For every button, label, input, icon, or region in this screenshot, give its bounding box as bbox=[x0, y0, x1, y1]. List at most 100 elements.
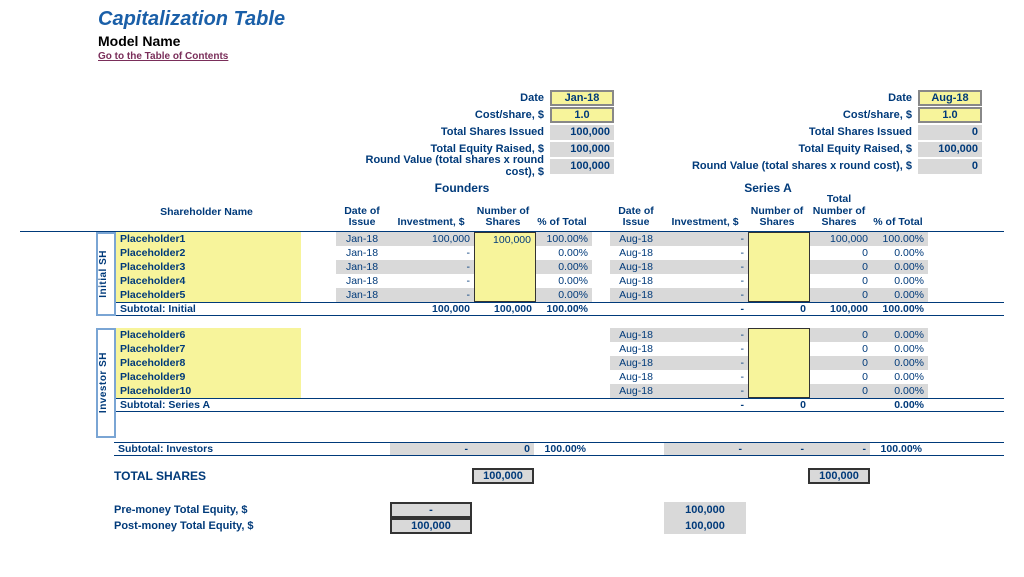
cell-f-shares-input[interactable] bbox=[474, 260, 536, 274]
cell-a-date: Aug-18 bbox=[610, 370, 666, 384]
sub-inv-a-inv: - bbox=[664, 443, 746, 455]
cell-a-inv: - bbox=[666, 288, 748, 302]
cell-a-inv: - bbox=[666, 260, 748, 274]
subtotal-initial-a-sh: 0 bbox=[748, 303, 810, 315]
cell-a-date: Aug-18 bbox=[610, 274, 666, 288]
cell-f-inv: 100,000 bbox=[392, 232, 474, 246]
table-row: Placeholder5Jan-18-0.00%Aug-18-00.00% bbox=[116, 288, 1004, 302]
shareholder-name-input[interactable]: Placeholder10 bbox=[116, 384, 301, 398]
cell-a-shares-input[interactable] bbox=[748, 370, 810, 384]
shareholder-name-input[interactable]: Placeholder2 bbox=[116, 246, 301, 260]
shareholder-name-input[interactable]: Placeholder4 bbox=[116, 274, 301, 288]
shareholder-name-input[interactable]: Placeholder1 bbox=[116, 232, 301, 246]
founders-equity-raised: 100,000 bbox=[550, 142, 614, 157]
cell-a-shares-input[interactable] bbox=[748, 342, 810, 356]
cell-f-shares-input[interactable] bbox=[474, 246, 536, 260]
label-round-value-a: Round Value (total shares x round cost),… bbox=[632, 160, 918, 172]
cell-a-total: 0 bbox=[810, 370, 872, 384]
cell-f-shares-input[interactable] bbox=[474, 274, 536, 288]
cell-f-pct: 0.00% bbox=[536, 246, 592, 260]
post-money-founders: 100,000 bbox=[390, 518, 472, 534]
cell-f-pct: 100.00% bbox=[536, 232, 592, 246]
subtotal-investors-row: Subtotal: Investors - 0 100.00% - - - 10… bbox=[114, 442, 1004, 456]
cell-a-total: 0 bbox=[810, 356, 872, 370]
shareholder-name-input[interactable]: Placeholder3 bbox=[116, 260, 301, 274]
cell-f-inv: - bbox=[392, 288, 474, 302]
cell-a-shares-input[interactable] bbox=[748, 384, 810, 398]
subtotal-seriesa-a-sh: 0 bbox=[748, 399, 810, 411]
shareholder-name-input[interactable]: Placeholder9 bbox=[116, 370, 301, 384]
table-row: Placeholder2Jan-18-0.00%Aug-18-00.00% bbox=[116, 246, 1004, 260]
cell-a-shares-input[interactable] bbox=[748, 356, 810, 370]
cell-a-total: 0 bbox=[810, 288, 872, 302]
label-cost-a: Cost/share, $ bbox=[632, 109, 918, 121]
cell-a-date: Aug-18 bbox=[610, 246, 666, 260]
cell-a-pct: 0.00% bbox=[872, 288, 928, 302]
subtotal-initial-label: Subtotal: Initial bbox=[116, 303, 301, 315]
table-row: Placeholder3Jan-18-0.00%Aug-18-00.00% bbox=[116, 260, 1004, 274]
section-seriesa: Series A bbox=[608, 179, 928, 197]
cell-a-pct: 0.00% bbox=[872, 342, 928, 356]
subtotal-investors-label: Subtotal: Investors bbox=[114, 443, 299, 455]
cell-a-inv: - bbox=[666, 274, 748, 288]
investor-vertical-label: Investor SH bbox=[98, 352, 114, 413]
toc-link[interactable]: Go to the Table of Contents bbox=[98, 51, 1004, 62]
post-money-label: Post-money Total Equity, $ bbox=[114, 520, 334, 532]
subtotal-seriesa-a-inv: - bbox=[666, 399, 748, 411]
cell-f-date: Jan-18 bbox=[336, 232, 392, 246]
founders-date-input[interactable]: Jan-18 bbox=[550, 90, 614, 106]
cell-a-shares-input[interactable] bbox=[748, 328, 810, 342]
label-shares-issued-a: Total Shares Issued bbox=[632, 126, 918, 138]
seriesa-round-value: 0 bbox=[918, 159, 982, 174]
cell-a-inv: - bbox=[666, 232, 748, 246]
cell-a-shares-input[interactable] bbox=[748, 232, 810, 246]
subtotal-seriesa-a-pct: 0.00% bbox=[872, 399, 928, 411]
cell-f-date: Jan-18 bbox=[336, 246, 392, 260]
cell-a-shares-input[interactable] bbox=[748, 260, 810, 274]
cell-a-date: Aug-18 bbox=[610, 328, 666, 342]
cell-a-total: 100,000 bbox=[810, 232, 872, 246]
cell-a-shares-input[interactable] bbox=[748, 274, 810, 288]
cell-a-shares-input[interactable] bbox=[748, 246, 810, 260]
cell-a-date: Aug-18 bbox=[610, 342, 666, 356]
table-row: Placeholder6Aug-18-00.00% bbox=[116, 328, 1004, 342]
seriesa-date-input[interactable]: Aug-18 bbox=[918, 90, 982, 106]
label-round-value: Round Value (total shares x round cost),… bbox=[334, 154, 550, 178]
cell-a-total: 0 bbox=[810, 384, 872, 398]
cell-f-shares-input[interactable] bbox=[474, 288, 536, 302]
cell-a-total: 0 bbox=[810, 342, 872, 356]
sub-inv-a-total: - bbox=[808, 443, 870, 455]
cell-a-pct: 0.00% bbox=[872, 370, 928, 384]
seriesa-shares-issued: 0 bbox=[918, 125, 982, 140]
table-row: Placeholder4Jan-18-0.00%Aug-18-00.00% bbox=[116, 274, 1004, 288]
head-f-date: Date of Issue bbox=[334, 206, 390, 231]
pre-money-label: Pre-money Total Equity, $ bbox=[114, 504, 334, 516]
cell-f-shares-input[interactable]: 100,000 bbox=[474, 232, 536, 246]
subtotal-initial-a-inv: - bbox=[666, 303, 748, 315]
cell-a-pct: 0.00% bbox=[872, 274, 928, 288]
shareholder-name-input[interactable]: Placeholder6 bbox=[116, 328, 301, 342]
subtotal-initial-f-inv: 100,000 bbox=[392, 303, 474, 315]
shareholder-name-input[interactable]: Placeholder8 bbox=[116, 356, 301, 370]
investor-shareholders-block: Investor SH Placeholder6Aug-18-00.00%Pla… bbox=[20, 328, 1004, 438]
page-title: Capitalization Table bbox=[98, 8, 1004, 31]
sub-inv-f-pct: 100.00% bbox=[534, 443, 590, 455]
head-f-invest: Investment, $ bbox=[390, 217, 472, 231]
subtotal-initial-f-pct: 100.00% bbox=[536, 303, 592, 315]
cell-a-inv: - bbox=[666, 356, 748, 370]
subtotal-seriesa-label: Subtotal: Series A bbox=[116, 399, 301, 411]
cell-a-shares-input[interactable] bbox=[748, 288, 810, 302]
shareholder-name-input[interactable]: Placeholder5 bbox=[116, 288, 301, 302]
cell-a-date: Aug-18 bbox=[610, 232, 666, 246]
label-shares-issued: Total Shares Issued bbox=[334, 126, 550, 138]
seriesa-cost-input[interactable]: 1.0 bbox=[918, 107, 982, 123]
cell-a-pct: 0.00% bbox=[872, 260, 928, 274]
cell-f-pct: 0.00% bbox=[536, 274, 592, 288]
head-f-shares: Number of Shares bbox=[472, 206, 534, 231]
founders-cost-input[interactable]: 1.0 bbox=[550, 107, 614, 123]
label-cost: Cost/share, $ bbox=[334, 109, 550, 121]
cell-a-date: Aug-18 bbox=[610, 288, 666, 302]
shareholder-name-input[interactable]: Placeholder7 bbox=[116, 342, 301, 356]
pre-money-founders: - bbox=[390, 502, 472, 518]
cell-a-inv: - bbox=[666, 370, 748, 384]
